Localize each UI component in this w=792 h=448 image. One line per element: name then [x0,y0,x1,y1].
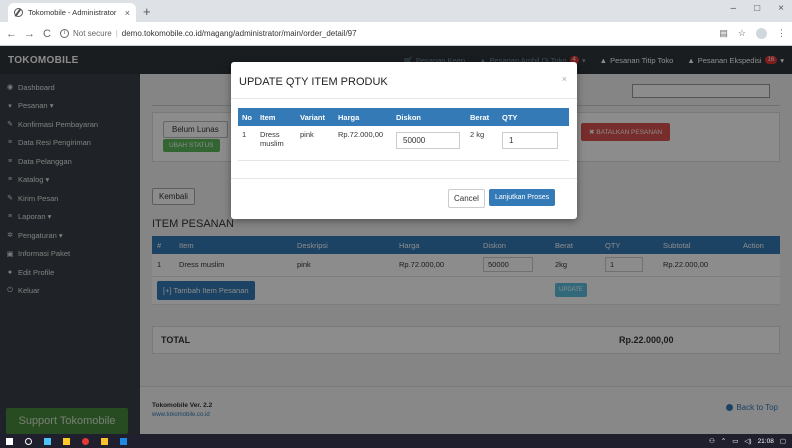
item-weight: 2 kg [466,126,498,161]
url-separator: | [115,29,118,38]
new-tab-button[interactable]: + [143,4,151,19]
column-header: No [238,108,256,126]
address-bar: ← → C i Not secure | demo.tokomobile.co.… [0,22,792,46]
column-header: Variant [296,108,334,126]
browser-tabbar: Tokomobile - Administrator × + – □ × [0,0,792,22]
divider [231,178,577,179]
people-icon[interactable]: ⚇ [709,437,715,445]
item-variant: pink [296,126,334,161]
item-name: Dress muslim [256,126,296,161]
table-row: 1 Dress muslim pink Rp.72.000,00 50000 2… [238,126,569,161]
chrome-icon[interactable] [82,437,89,445]
modal-discount-field[interactable]: 50000 [396,132,460,149]
update-qty-modal: UPDATE QTY ITEM PRODUK × No Item Variant… [231,62,577,219]
notifications-icon[interactable]: ▢ [780,437,786,445]
no-entry-favicon-icon [14,8,23,17]
chevron-up-icon[interactable]: ⌃ [721,437,726,445]
minimize-icon[interactable]: – [731,3,737,14]
url-text: demo.tokomobile.co.id/magang/administrat… [121,29,357,38]
column-header: Berat [466,108,498,126]
maximize-icon[interactable]: □ [754,3,760,14]
row-number: 1 [238,126,256,161]
reload-icon[interactable]: C [42,28,52,40]
column-header: Diskon [392,108,466,126]
toolbar-icons: ▤ ☆ ⋮ [719,28,786,39]
menu-kebab-icon[interactable]: ⋮ [777,28,786,39]
not-secure-label: Not secure [73,29,112,38]
close-window-icon[interactable]: × [778,3,784,14]
modal-close-icon[interactable]: × [562,74,567,84]
tab-close-icon[interactable]: × [125,8,130,18]
modal-items-table: No Item Variant Harga Diskon Berat QTY 1… [238,108,569,161]
proceed-button[interactable]: Lanjutkan Proses [489,189,556,206]
info-icon[interactable]: i [60,29,69,38]
clock[interactable]: 21:08 [758,438,774,445]
window-controls: – □ × [731,3,784,14]
network-icon[interactable]: ▭ [732,437,738,445]
column-header: Harga [334,108,392,126]
divider [231,98,577,99]
star-icon[interactable]: ☆ [738,28,746,39]
browser-tab[interactable]: Tokomobile - Administrator × [8,3,136,22]
system-tray: ⚇ ⌃ ▭ ◁) 21:08 ▢ [709,434,786,448]
tab-title: Tokomobile - Administrator [28,8,117,17]
item-price: Rp.72.000,00 [334,126,392,161]
forward-arrow-icon[interactable]: → [24,28,35,40]
windows-start-icon[interactable] [6,437,13,445]
column-header: QTY [498,108,569,126]
modal-qty-field[interactable]: 1 [502,132,558,149]
os-taskbar: ⚇ ⌃ ▭ ◁) 21:08 ▢ [0,434,792,448]
column-header: Item [256,108,296,126]
file-explorer-icon[interactable] [63,437,70,445]
discount-cell: 50000 [392,126,466,161]
app-icon[interactable] [101,437,108,445]
cancel-button[interactable]: Cancel [448,189,485,208]
task-view-icon[interactable] [44,437,51,445]
modal-title: UPDATE QTY ITEM PRODUK [239,76,388,88]
table-header-row: No Item Variant Harga Diskon Berat QTY [238,108,569,126]
app-icon[interactable] [120,437,127,445]
qty-cell: 1 [498,126,569,161]
search-icon[interactable] [25,437,32,445]
translate-icon[interactable]: ▤ [719,28,728,39]
back-arrow-icon[interactable]: ← [6,28,17,40]
url-input[interactable]: i Not secure | demo.tokomobile.co.id/mag… [60,25,711,43]
profile-avatar[interactable] [756,28,767,39]
volume-icon[interactable]: ◁) [744,437,751,445]
